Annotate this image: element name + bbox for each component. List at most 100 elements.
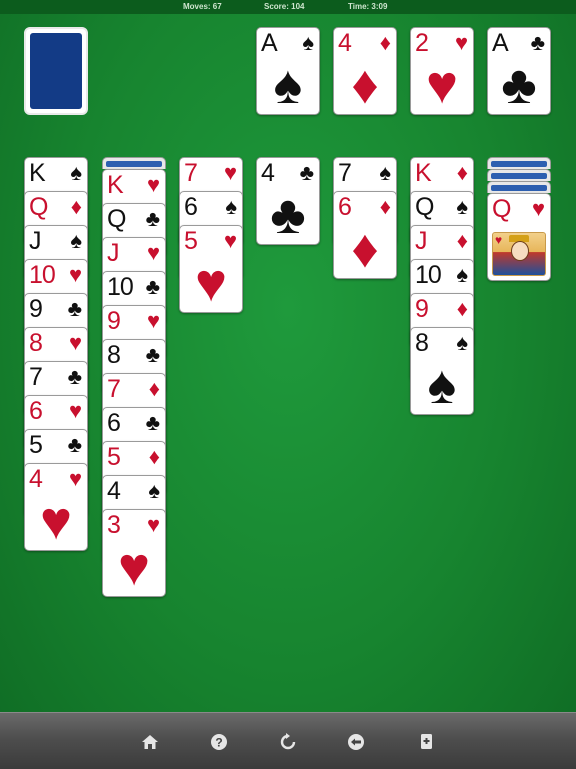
large-suit-icon: ♠ <box>427 355 457 415</box>
playing-card[interactable]: 5 ♥ ♥ <box>179 225 243 313</box>
suit-icon: ♦ <box>379 194 391 219</box>
card-rank: 10 <box>107 273 134 301</box>
help-button[interactable]: ? <box>208 731 230 753</box>
large-suit-icon: ♥ <box>39 491 73 551</box>
queen-portrait: ♥ <box>492 232 546 276</box>
home-button[interactable] <box>139 731 161 753</box>
suit-icon: ♥ <box>146 308 160 333</box>
card-rank: Q <box>492 195 511 223</box>
card-back <box>30 33 82 109</box>
facedown-card <box>487 181 551 193</box>
playing-card[interactable]: 4 ♦ ♦ <box>333 27 397 115</box>
card-rank: 5 <box>29 431 43 459</box>
card-rank: 4 <box>261 159 275 187</box>
card-rank: K <box>29 159 46 187</box>
playing-card[interactable]: 6 ♦ ♦ <box>333 191 397 279</box>
suit-icon: ♣ <box>67 296 82 321</box>
card-rank: 10 <box>415 261 442 289</box>
new-card-icon <box>421 734 432 749</box>
large-suit-icon: ♦ <box>351 219 379 279</box>
suit-icon: ♠ <box>302 30 314 55</box>
suit-icon: ♦ <box>379 30 391 55</box>
suit-icon: ♠ <box>225 194 237 219</box>
restart-icon <box>280 733 296 750</box>
suit-icon: ♣ <box>145 274 160 299</box>
large-suit-icon: ♣ <box>501 55 537 115</box>
suit-icon: ♣ <box>67 364 82 389</box>
suit-icon: ♣ <box>530 30 545 55</box>
card-rank: K <box>415 159 432 187</box>
large-suit-icon: ♥ <box>194 253 228 313</box>
suit-icon: ♣ <box>145 342 160 367</box>
suit-icon: ♦ <box>456 160 468 185</box>
suit-icon: ♦ <box>70 194 82 219</box>
suit-icon: ♥ <box>531 196 545 221</box>
playing-card[interactable]: 4 ♥ ♥ <box>24 463 88 551</box>
playing-card[interactable]: Q ♥ ♥ <box>487 193 551 281</box>
card-rank: Q <box>107 205 126 233</box>
card-rank: J <box>415 227 427 255</box>
large-suit-icon: ♥ <box>117 537 151 597</box>
card-rank: 6 <box>107 409 121 437</box>
large-suit-icon: ♠ <box>273 55 303 115</box>
playing-card[interactable]: A ♠ ♠ <box>256 27 320 115</box>
score-counter: Score: 104 <box>264 2 305 11</box>
card-rank: 7 <box>107 375 121 403</box>
card-rank: 6 <box>29 397 43 425</box>
large-suit-icon: ♣ <box>270 185 306 245</box>
playing-card[interactable]: 3 ♥ ♥ <box>102 509 166 597</box>
playing-card[interactable]: 4 ♣ ♣ <box>256 157 320 245</box>
suit-icon: ♣ <box>67 432 82 457</box>
suit-icon: ♠ <box>456 194 468 219</box>
facedown-card <box>487 169 551 181</box>
card-rank: 6 <box>184 193 198 221</box>
card-rank: 2 <box>415 29 429 57</box>
playing-card[interactable]: A ♣ ♣ <box>487 27 551 115</box>
suit-icon: ♠ <box>70 228 82 253</box>
card-rank: 9 <box>29 295 43 323</box>
card-rank: 8 <box>29 329 43 357</box>
stock-pile[interactable] <box>24 27 88 115</box>
facedown-card <box>487 157 551 169</box>
suit-icon: ♠ <box>456 262 468 287</box>
restart-button[interactable] <box>277 731 299 753</box>
suit-icon: ♥ <box>68 330 82 355</box>
facedown-card <box>102 157 166 169</box>
undo-button[interactable] <box>345 731 367 753</box>
suit-icon: ♣ <box>145 206 160 231</box>
card-rank: K <box>107 171 124 199</box>
suit-icon: ♠ <box>148 478 160 503</box>
new-game-button[interactable] <box>415 731 437 753</box>
card-rank: 8 <box>107 341 121 369</box>
status-bar: Moves: 67 Score: 104 Time: 3:09 <box>0 0 576 14</box>
card-rank: 4 <box>107 477 121 505</box>
suit-icon: ♦ <box>148 444 160 469</box>
card-rank: 3 <box>107 511 121 539</box>
playing-card[interactable]: 2 ♥ ♥ <box>410 27 474 115</box>
suit-icon: ♠ <box>379 160 391 185</box>
playing-card[interactable]: 8 ♠ ♠ <box>410 327 474 415</box>
card-rank: J <box>107 239 119 267</box>
suit-icon: ♥ <box>223 160 237 185</box>
suit-icon: ♥ <box>68 466 82 491</box>
large-suit-icon: ♥ <box>425 55 459 115</box>
card-rank: Q <box>29 193 48 221</box>
svg-text:?: ? <box>215 736 222 750</box>
card-rank: 4 <box>338 29 352 57</box>
card-rank: 7 <box>184 159 198 187</box>
suit-icon: ♥ <box>146 240 160 265</box>
suit-icon: ♣ <box>299 160 314 185</box>
card-rank: 10 <box>29 261 56 289</box>
suit-icon: ♥ <box>454 30 468 55</box>
card-rank: 4 <box>29 465 43 493</box>
suit-icon: ♥ <box>68 398 82 423</box>
card-rank: 7 <box>338 159 352 187</box>
bottom-toolbar: ? <box>0 712 576 769</box>
suit-icon: ♦ <box>148 376 160 401</box>
moves-counter: Moves: 67 <box>183 2 222 11</box>
undo-icon <box>348 734 364 750</box>
large-suit-icon: ♦ <box>351 55 379 115</box>
suit-icon: ♦ <box>456 296 468 321</box>
suit-icon: ♥ <box>146 512 160 537</box>
suit-icon: ♥ <box>146 172 160 197</box>
